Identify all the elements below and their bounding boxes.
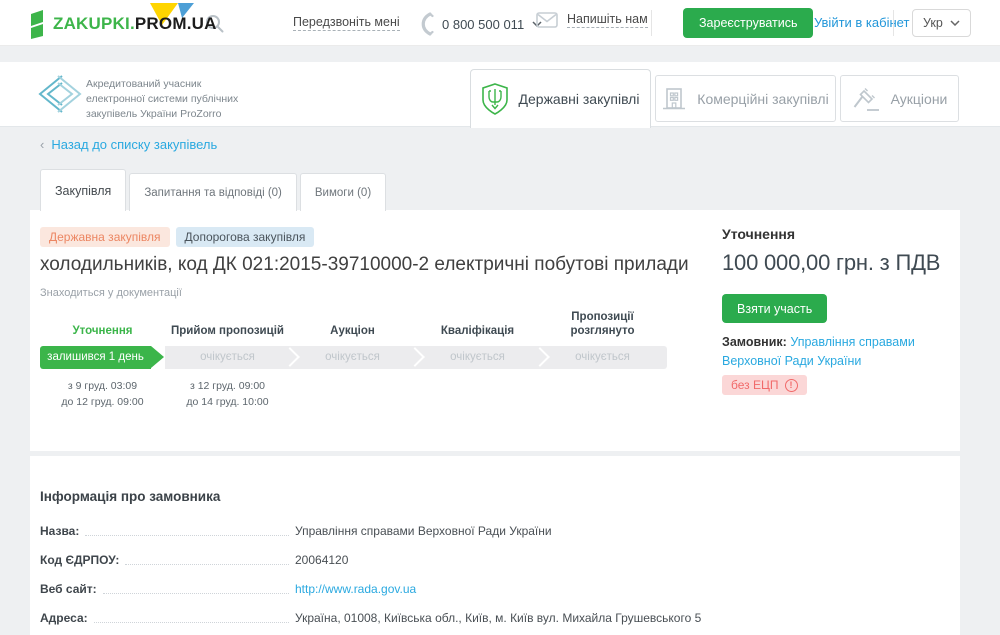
row-label: Адреса: [40,611,88,626]
participate-button[interactable]: Взяти участь [722,294,827,323]
row-value: 20064120 [295,553,348,568]
breadcrumb: ‹ Назад до списку закупівель [40,137,217,152]
timeline-status: очікується [165,346,290,369]
timeline-arrow [151,346,164,368]
prozorro-accreditation-text: Акредитований учасник електронної систем… [86,77,238,123]
stage-dates: з 12 груд. 09:00до 14 груд. 10:00 [165,378,290,411]
table-row: Код ЄДРПОУ: 20064120 [40,553,900,568]
prozorro-logo-icon [38,74,82,114]
dotted-leader [85,535,289,536]
register-button[interactable]: Зареєструватись [683,8,813,38]
stage-dates [415,378,540,411]
logo-text-zakupki: ZAKUPKI. [53,14,135,33]
customer-info-rows: Назва: Управління справами Верховної Рад… [40,524,900,635]
row-label: Веб сайт: [40,582,97,597]
table-row: Веб сайт: http://www.rada.gov.ua [40,582,900,597]
dotted-leader [125,564,289,565]
tab-auctions[interactable]: Аукціони [840,75,959,122]
state-procurement-badge: Державна закупівля [40,227,170,247]
row-label: Код ЄДРПОУ: [40,553,119,568]
topbar: ZAKUPKI.PROM.UA Передзвоніть мені 0 800 … [0,0,1000,46]
logo-text-promua: PROM.UA [135,14,217,33]
logo-flag-icon [30,9,46,39]
tab-label: Аукціони [891,91,948,107]
stage-label-proposals: Прийом пропозицій [165,324,290,338]
tab-label: Запитання та відповіді (0) [144,187,282,199]
website-link[interactable]: http://www.rada.gov.ua [295,582,416,597]
timeline-active-status: залишився 1 день [47,351,144,363]
tender-card: Державна закупівля Допорогова закупівля … [30,210,960,451]
tab-questions-answers[interactable]: Запитання та відповіді (0) [129,173,297,211]
customer-block: Замовник: Управління справами Верховної … [722,333,958,371]
topbar-divider [651,10,652,36]
write-us-group: Напишіть нам [536,12,648,28]
trident-emblem-icon [482,83,508,115]
stage-label-qualification: Кваліфікація [415,324,540,338]
building-icon [662,87,686,111]
table-row: Назва: Управління справами Верховної Рад… [40,524,900,539]
customer-info-heading: Інформація про замовника [40,489,220,504]
page-tabs: Закупівля Запитання та відповіді (0) Вим… [40,169,386,211]
timeline-status: очікується [290,346,415,369]
stage-label-clarification: Уточнення [40,324,165,338]
timeline-dates: з 9 груд. 03:09до 12 груд. 09:00 з 12 гр… [40,378,667,411]
timeline-progress-bar: залишився 1 день очікується очікується о… [40,346,667,369]
chevron-down-icon [950,20,960,26]
phone-icon [418,12,434,36]
gavel-icon [852,86,880,112]
no-ecp-label: без ЕЦП [731,378,779,392]
write-us-link[interactable]: Напишіть нам [567,12,648,28]
stage-label-auction: Аукціон [290,324,415,338]
tab-purchase[interactable]: Закупівля [40,169,126,211]
tab-label: Закупівля [55,184,111,198]
row-value: Управління справами Верховної Ради Украї… [295,524,552,539]
page: ZAKUPKI.PROM.UA Передзвоніть мені 0 800 … [0,0,1000,635]
tab-requirements[interactable]: Вимоги (0) [300,173,386,211]
customer-label: Замовник: [722,335,787,349]
sidebar-stage-heading: Уточнення [722,226,795,242]
tender-subtitle: Знаходиться у документації [40,287,182,299]
tender-title: холодильників, код ДК 021:2015-39710000-… [40,254,710,276]
dotted-leader [94,622,289,623]
tender-price: 100 000,00 грн. з ПДВ [722,250,940,276]
stage-dates [540,378,665,411]
row-value: Україна, 01008, Київська обл., Київ, м. … [295,611,701,626]
phone-number: 0 800 500 011 [442,17,524,32]
stage-label-reviewed: Пропозиції розглянуто [540,310,665,339]
chevron-left-icon: ‹ [40,137,44,152]
badges: Державна закупівля Допорогова закупівля [40,227,314,247]
phone-dropdown[interactable]: 0 800 500 011 [418,12,542,36]
info-icon[interactable]: ! [785,379,798,392]
tab-commercial-procurement[interactable]: Комерційні закупівлі [655,75,836,122]
dotted-leader [103,593,289,594]
back-to-list-link[interactable]: Назад до списку закупівель [51,137,217,152]
tab-state-procurement[interactable]: Державні закупівлі [470,69,651,128]
tender-timeline: Уточнення Прийом пропозицій Аукціон Квал… [40,310,667,410]
customer-info-section: Інформація про замовника Назва: Управлін… [30,456,960,635]
timeline-active-segment: залишився 1 день [40,346,151,369]
language-selector[interactable]: Укр [912,9,971,37]
callback-link[interactable]: Передзвоніть мені [293,15,400,31]
row-label: Назва: [40,524,79,539]
tab-label: Вимоги (0) [315,187,371,199]
timeline-status: очікується [415,346,540,369]
tab-label: Державні закупівлі [519,91,640,107]
stage-dates [290,378,415,411]
site-logo[interactable]: ZAKUPKI.PROM.UA [30,9,217,39]
topbar-divider [893,10,894,36]
no-ecp-badge: без ЕЦП ! [722,375,807,395]
table-row: Адреса: Україна, 01008, Київська обл., К… [40,611,900,626]
subthreshold-badge: Допорогова закупівля [176,227,315,247]
timeline-status: очікується [540,346,665,369]
tab-label: Комерційні закупівлі [697,91,828,107]
language-value: Укр [923,16,943,30]
timeline-stage-labels: Уточнення Прийом пропозицій Аукціон Квал… [40,310,667,339]
envelope-icon [536,12,558,28]
login-link[interactable]: Увійти в кабінет [814,15,909,30]
stage-dates: з 9 груд. 03:09до 12 груд. 09:00 [40,378,165,411]
